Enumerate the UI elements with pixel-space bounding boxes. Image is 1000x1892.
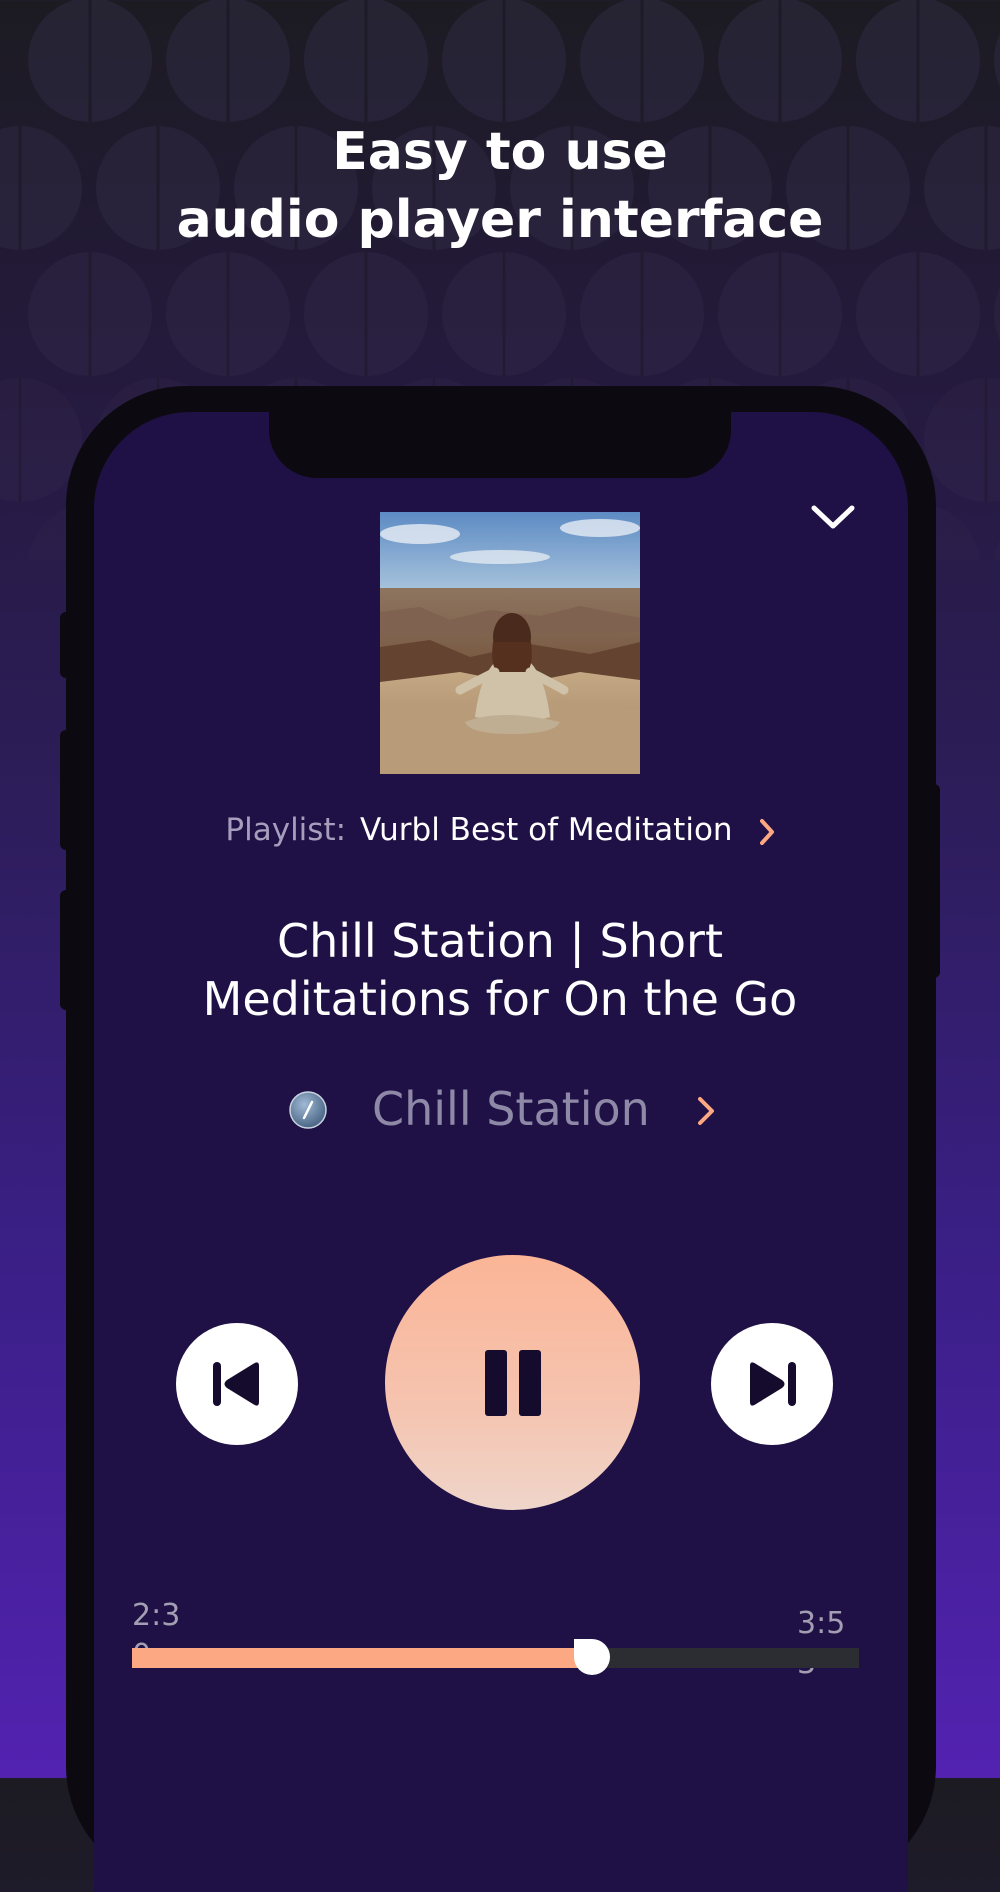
headline-line-2: audio player interface bbox=[176, 190, 824, 250]
next-button[interactable] bbox=[711, 1323, 833, 1445]
playlist-link[interactable]: Playlist: Vurbl Best of Meditation bbox=[0, 812, 1000, 848]
pattern-circle bbox=[994, 287, 1000, 341]
chevron-right-icon bbox=[698, 1097, 714, 1125]
progress-thumb[interactable] bbox=[572, 1637, 612, 1677]
phone-notch bbox=[269, 386, 731, 478]
previous-button[interactable] bbox=[176, 1323, 298, 1445]
pattern-circle bbox=[994, 33, 1000, 87]
headline-line-1: Easy to use bbox=[332, 122, 668, 182]
pattern-circle bbox=[924, 378, 1000, 502]
pause-button[interactable] bbox=[385, 1255, 640, 1510]
skip-previous-icon bbox=[213, 1362, 259, 1406]
progress-fill bbox=[132, 1648, 590, 1668]
podcast-name[interactable]: Chill Station bbox=[372, 1080, 650, 1138]
episode-title: Chill Station | Short Meditations for On… bbox=[0, 912, 1000, 1028]
episode-artwork bbox=[380, 512, 640, 774]
chevron-right-icon bbox=[759, 818, 774, 845]
podcast-avatar bbox=[289, 1091, 327, 1129]
skip-next-icon bbox=[750, 1362, 796, 1406]
episode-title-line-2: Meditations for On the Go bbox=[202, 972, 798, 1026]
pattern-circle bbox=[994, 539, 1000, 560]
pause-icon bbox=[484, 1349, 541, 1416]
playlist-name: Vurbl Best of Meditation bbox=[360, 812, 733, 848]
total-time: 3:53 bbox=[797, 1606, 846, 1681]
playlist-label: Playlist: bbox=[225, 812, 347, 848]
headline: Easy to use audio player interface bbox=[0, 118, 1000, 254]
episode-title-line-1: Chill Station | Short bbox=[277, 914, 723, 968]
chevron-down-icon[interactable] bbox=[808, 500, 858, 534]
